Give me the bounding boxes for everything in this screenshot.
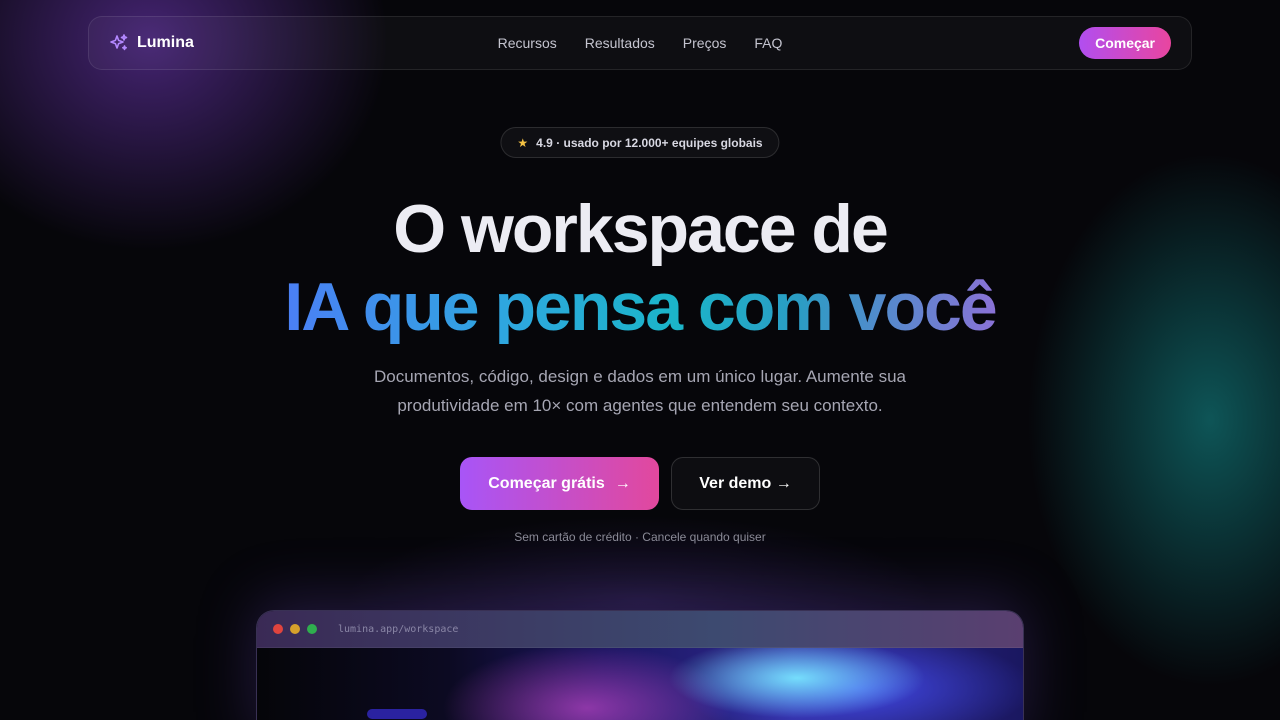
preview-title-bar: lumina.app/workspace	[257, 611, 1023, 648]
nav-link-precos[interactable]: Preços	[683, 35, 727, 51]
cta-note: Sem cartão de crédito · Cancele quando q…	[514, 530, 766, 544]
window-close-dot	[273, 624, 283, 634]
nav-link-faq[interactable]: FAQ	[754, 35, 782, 51]
rating-badge: ★ 4.9 · usado por 12.000+ equipes globai…	[500, 127, 780, 158]
app-preview-window: lumina.app/workspace	[256, 610, 1024, 720]
nav-start-button[interactable]: Começar	[1079, 27, 1171, 59]
view-demo-button[interactable]: Ver demo →	[671, 457, 820, 510]
top-navigation: Lumina Recursos Resultados Preços FAQ Co…	[88, 16, 1192, 70]
hero-cta-group: Começar grátis → Ver demo →	[0, 457, 1280, 510]
star-icon: ★	[517, 135, 529, 150]
nav-link-resultados[interactable]: Resultados	[585, 35, 655, 51]
start-free-button[interactable]: Começar grátis →	[460, 457, 659, 510]
preview-url: lumina.app/workspace	[338, 623, 459, 635]
hero-title-line1: O workspace de	[393, 191, 889, 267]
window-minimize-dot	[290, 624, 300, 634]
view-demo-button-label: Ver demo →	[699, 474, 792, 492]
hero-title: O workspace de IA que pensa com você	[0, 190, 1280, 346]
nav-links: Recursos Resultados Preços FAQ	[498, 35, 783, 51]
start-free-button-label: Começar grátis	[488, 474, 605, 492]
rating-badge-text: 4.9 · usado por 12.000+ equipes globais	[536, 135, 763, 150]
brand[interactable]: Lumina	[109, 33, 194, 53]
arrow-right-icon: →	[614, 474, 631, 492]
hero-title-line2: IA que pensa com você	[284, 269, 997, 345]
hero-subtitle: Documentos, código, design e dados em um…	[373, 367, 907, 415]
window-maximize-dot	[307, 624, 317, 634]
nav-link-recursos[interactable]: Recursos	[498, 35, 557, 51]
sparkles-icon	[109, 33, 129, 53]
preview-decoration	[367, 709, 427, 719]
brand-name: Lumina	[137, 34, 194, 51]
